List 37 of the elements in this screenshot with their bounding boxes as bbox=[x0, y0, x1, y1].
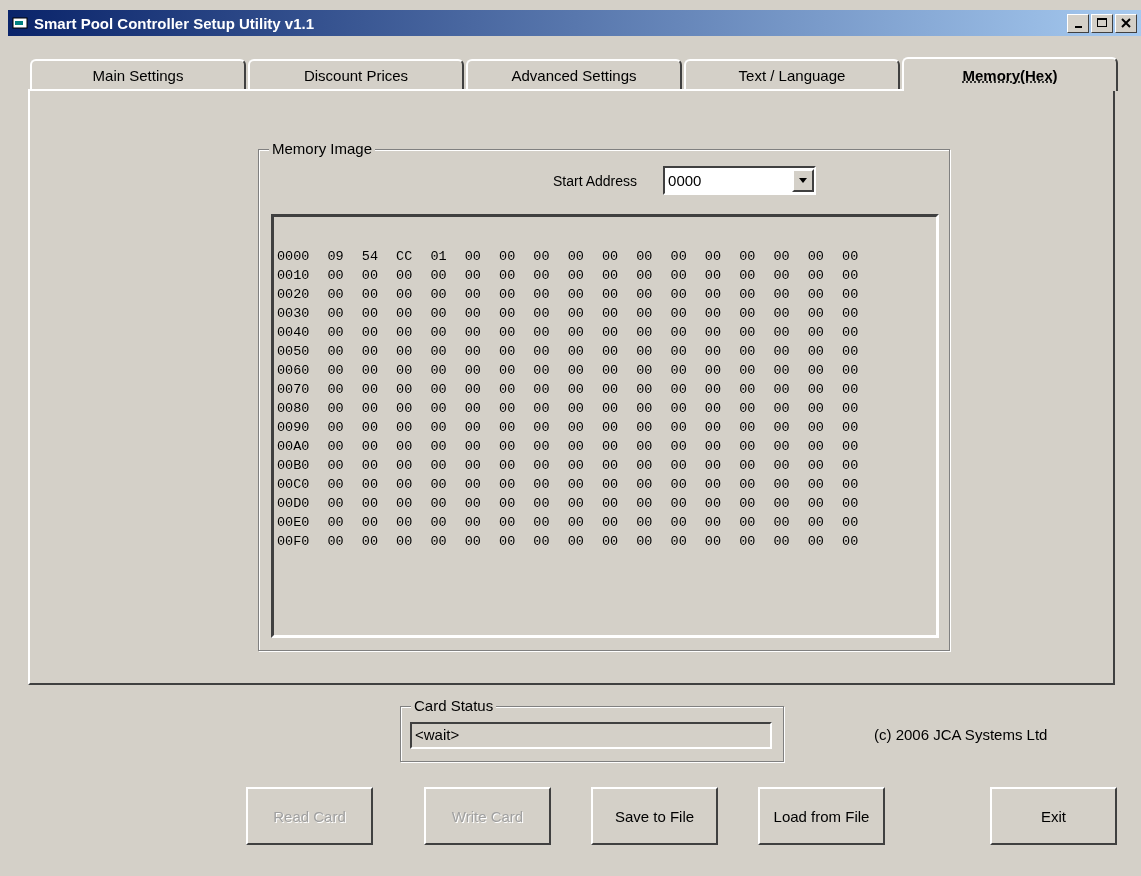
window-title: Smart Pool Controller Setup Utility v1.1 bbox=[34, 14, 316, 32]
action-button[interactable]: Load from File bbox=[758, 787, 885, 845]
tab[interactable]: Advanced Settings bbox=[466, 59, 682, 89]
maximize-button[interactable] bbox=[1091, 13, 1113, 33]
action-button[interactable]: Save to File bbox=[591, 787, 718, 845]
hex-line: 00B0 00 00 00 00 00 00 00 00 00 00 00 00 00 00 00 00 bbox=[277, 457, 860, 475]
hex-line: 0090 00 00 00 00 00 00 00 00 00 00 00 00 00 00 00 00 bbox=[277, 419, 860, 437]
hex-line: 0000 09 54 CC 01 00 00 00 00 00 00 00 00 00 00 00 00 bbox=[277, 248, 860, 266]
maximize-icon bbox=[1097, 18, 1107, 28]
action-button[interactable]: Exit bbox=[990, 787, 1117, 845]
hex-line: 0020 00 00 00 00 00 00 00 00 00 00 00 00 00 00 00 00 bbox=[277, 286, 860, 304]
hex-line: 0010 00 00 00 00 00 00 00 00 00 00 00 00 00 00 00 00 bbox=[277, 267, 860, 285]
hex-line: 00D0 00 00 00 00 00 00 00 00 00 00 00 00 00 00 00 00 bbox=[277, 495, 860, 513]
group-title: Card Status bbox=[411, 697, 497, 714]
hex-line: 0030 00 00 00 00 00 00 00 00 00 00 00 00 00 00 00 00 bbox=[277, 305, 860, 323]
tab[interactable]: Discount Prices bbox=[248, 59, 464, 89]
app-icon bbox=[12, 16, 28, 30]
hex-line: 00F0 00 00 00 00 00 00 00 00 00 00 00 00 00 00 00 00 bbox=[277, 533, 860, 551]
hex-line: 00E0 00 00 00 00 00 00 00 00 00 00 00 00 00 00 00 00 bbox=[277, 514, 860, 532]
hex-line: 00A0 00 00 00 00 00 00 00 00 00 00 00 00 00 00 00 00 bbox=[277, 438, 860, 456]
hex-line: 0060 00 00 00 00 00 00 00 00 00 00 00 00 00 00 00 00 bbox=[277, 362, 860, 380]
copyright-text: (c) 2006 JCA Systems Ltd bbox=[874, 725, 1048, 743]
minimize-icon bbox=[1074, 25, 1082, 28]
hex-line: 00C0 00 00 00 00 00 00 00 00 00 00 00 00 00 00 00 00 bbox=[277, 476, 860, 494]
tab[interactable]: Memory(Hex) bbox=[902, 57, 1118, 91]
hex-line: 0040 00 00 00 00 00 00 00 00 00 00 00 00 00 00 00 00 bbox=[277, 324, 860, 342]
minimize-button[interactable] bbox=[1067, 13, 1089, 33]
hex-line: 0070 00 00 00 00 00 00 00 00 00 00 00 00 00 00 00 00 bbox=[277, 381, 860, 399]
hex-line: 0050 00 00 00 00 00 00 00 00 00 00 00 00 00 00 00 00 bbox=[277, 343, 860, 361]
tab[interactable]: Text / Language bbox=[684, 59, 900, 89]
tab[interactable]: Main Settings bbox=[30, 59, 246, 89]
start-address-dropdown[interactable]: 0000 bbox=[663, 166, 817, 195]
close-icon bbox=[1121, 18, 1131, 28]
close-button[interactable] bbox=[1115, 13, 1137, 33]
card-status-field: <wait> bbox=[410, 722, 772, 749]
hex-line: 0080 00 00 00 00 00 00 00 00 00 00 00 00 00 00 00 00 bbox=[277, 400, 860, 418]
start-address-label: Start Address bbox=[553, 172, 638, 189]
